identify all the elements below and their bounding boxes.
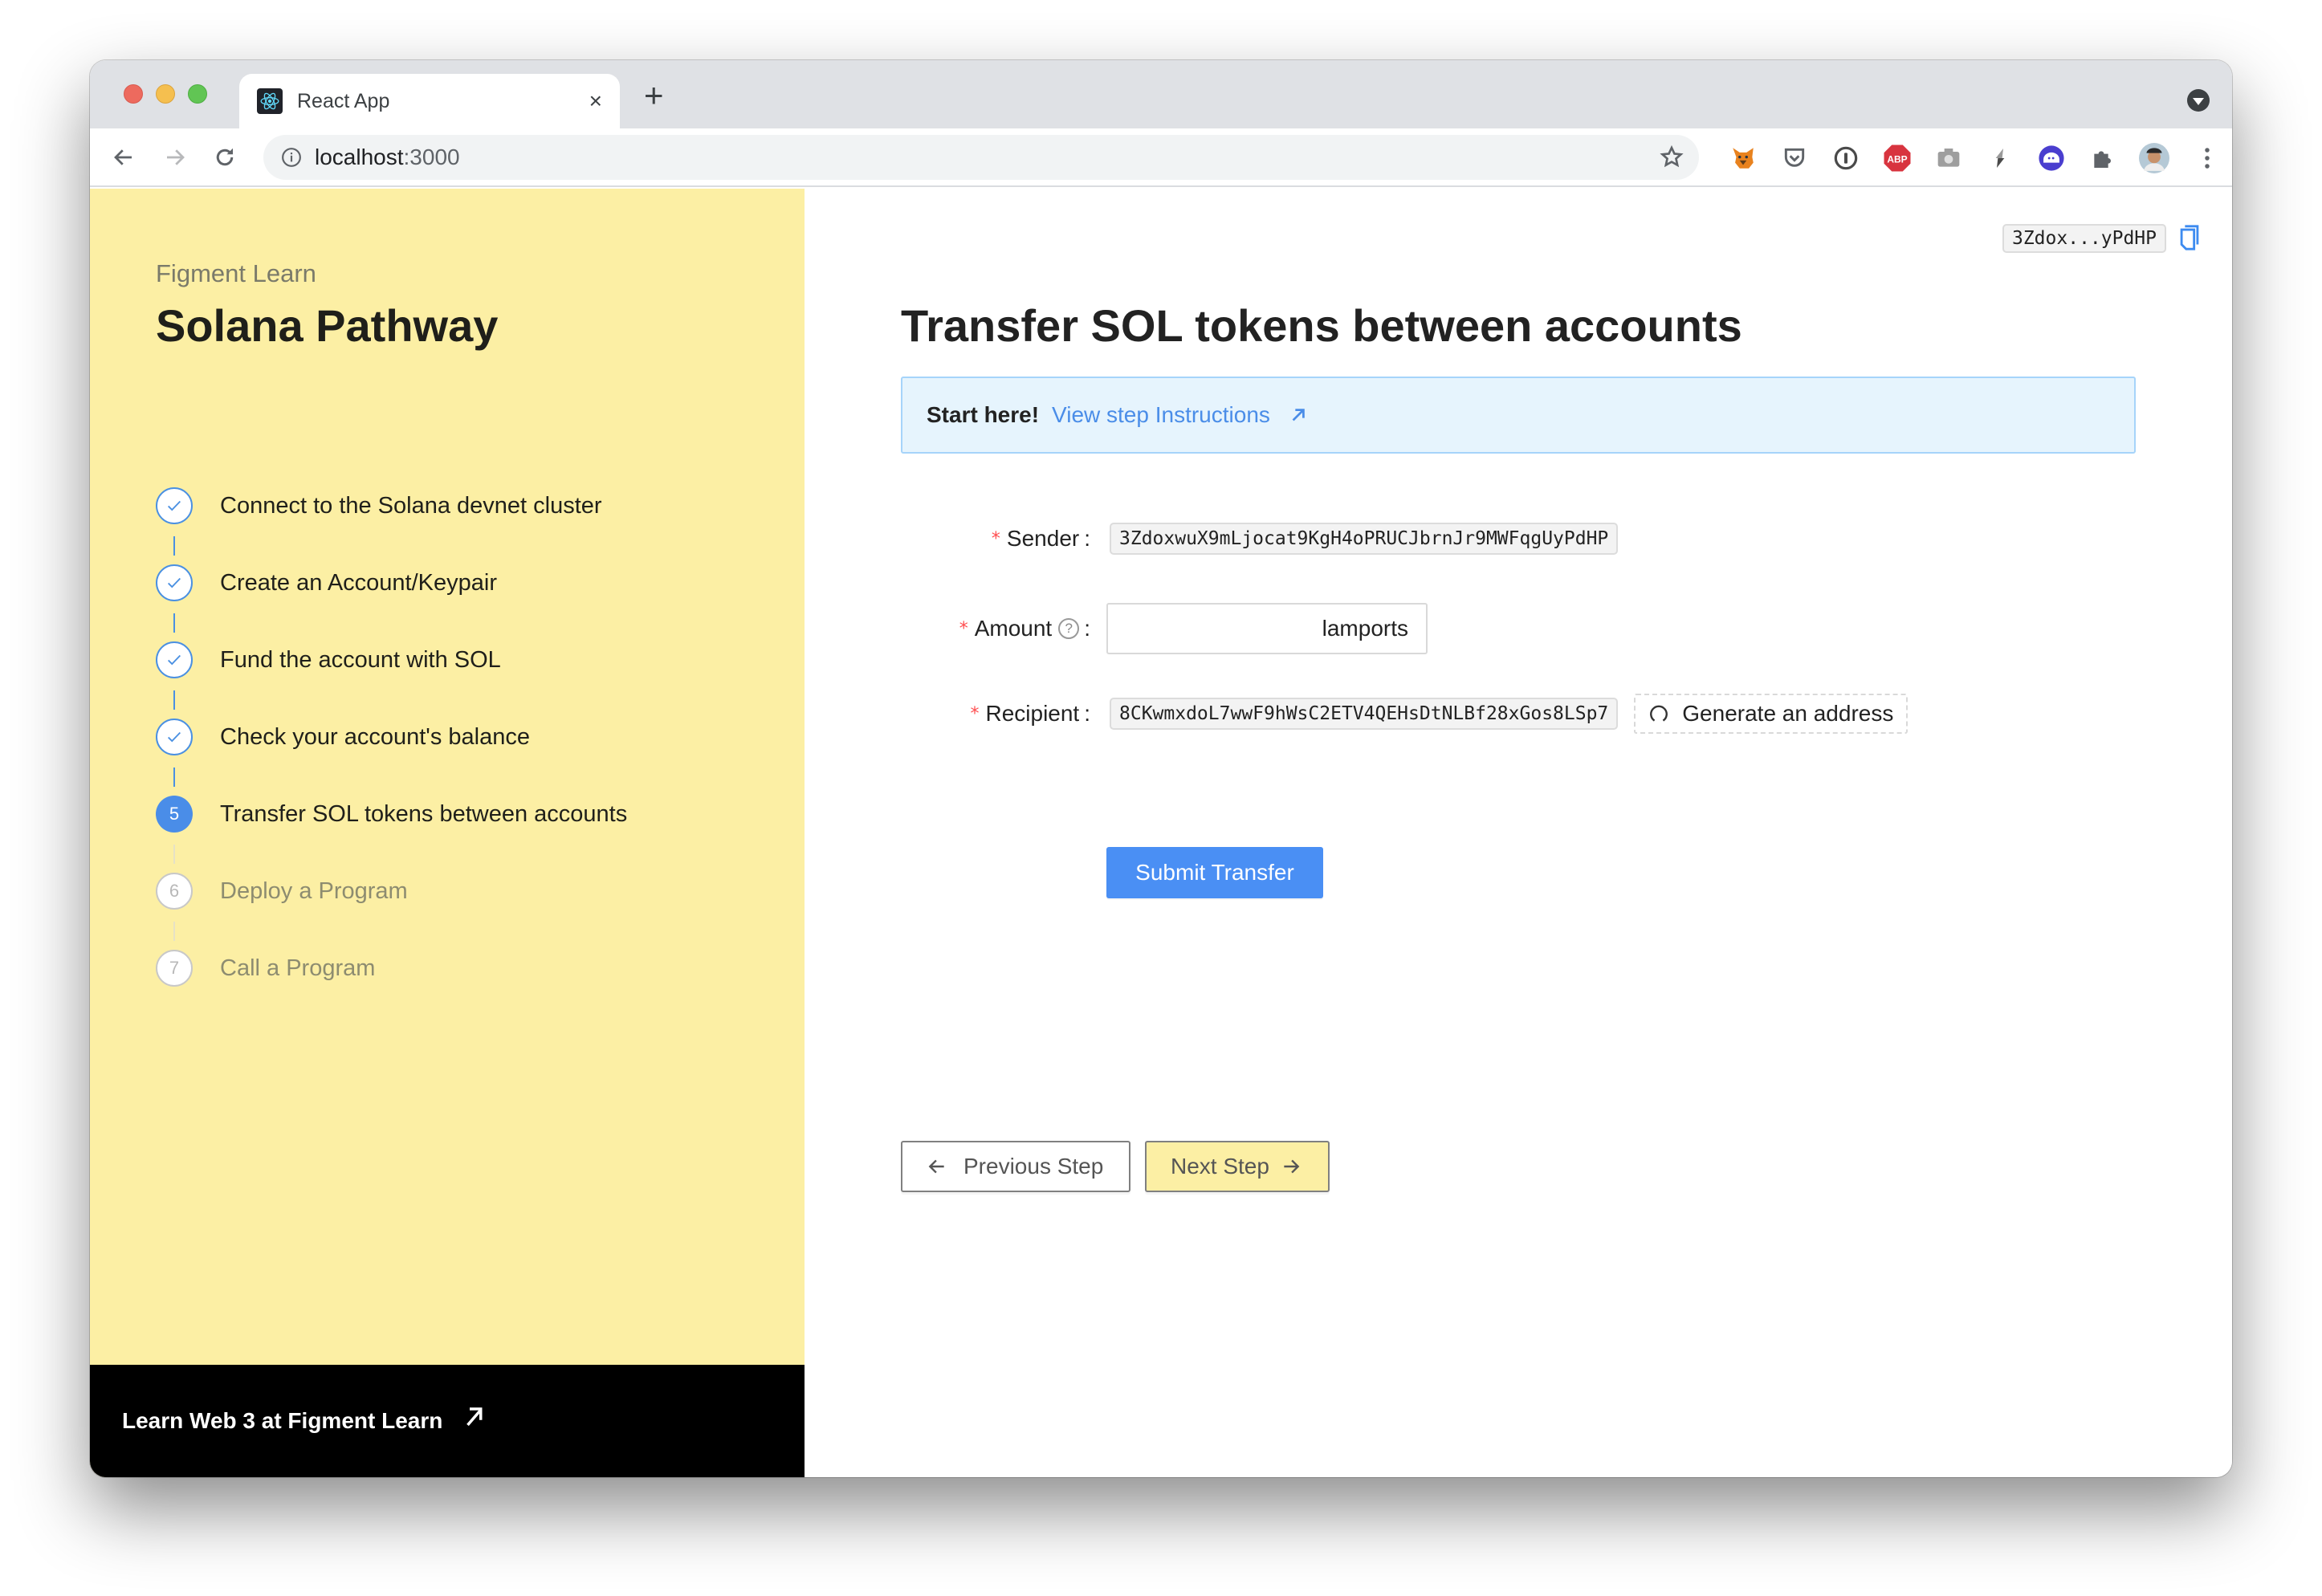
reload-icon	[1650, 705, 1668, 722]
check-circle-icon	[156, 564, 193, 601]
react-logo-icon	[257, 88, 283, 114]
recipient-label: * Recipient:	[970, 701, 1090, 726]
step-number-badge: 7	[156, 950, 193, 987]
step-label: Fund the account with SOL	[220, 647, 501, 673]
sender-row: * Sender: 3ZdoxwuX9mLjocat9KgH4oPRUCJbrn…	[805, 519, 2089, 558]
step-connector	[173, 922, 175, 941]
check-circle-icon	[156, 487, 193, 524]
browser-toolbar: localhost:3000 ABP	[90, 128, 2232, 187]
reload-icon	[216, 148, 234, 166]
phantom-icon[interactable]	[2036, 143, 2067, 173]
sidebar: Figment Learn Solana Pathway Connect to …	[90, 189, 805, 1477]
check-circle-icon	[156, 719, 193, 755]
arrow-left-icon	[114, 149, 132, 165]
step-connector	[173, 613, 175, 633]
amount-row: * Amount ?: lamports	[805, 603, 2089, 654]
url-text: localhost:3000	[315, 145, 460, 169]
tab-strip: React App × +	[90, 60, 2232, 128]
extensions-puzzle-icon[interactable]	[2088, 143, 2118, 173]
generate-address-label: Generate an address	[1682, 701, 1894, 726]
address-bar[interactable]: localhost:3000	[263, 135, 1699, 180]
alert-heading: Start here!	[927, 402, 1040, 427]
step-label: Deploy a Program	[220, 878, 408, 904]
sidebar-step-1[interactable]: Connect to the Solana devnet cluster	[156, 487, 627, 564]
1password-icon[interactable]	[1831, 143, 1861, 173]
pathway-title: Solana Pathway	[156, 300, 499, 351]
previous-step-button[interactable]: Previous Step	[901, 1141, 1130, 1192]
check-circle-icon	[156, 641, 193, 678]
arrow-right-icon	[167, 149, 185, 165]
sidebar-step-5[interactable]: 5 Transfer SOL tokens between accounts	[156, 796, 627, 873]
back-button[interactable]	[109, 143, 138, 172]
browser-window: React App × + localhost:3000 ABP Figment…	[90, 60, 2232, 1477]
recipient-address: 8CKwmxdoL7wwF9hWsC2ETV4QEHsDtNLBf28xGos8…	[1110, 698, 1619, 730]
sender-label: * Sender:	[991, 526, 1090, 551]
adblock-plus-icon[interactable]: ABP	[1882, 143, 1913, 173]
external-link-icon	[1292, 409, 1305, 421]
next-step-button[interactable]: Next Step	[1145, 1141, 1330, 1192]
bookmark-star-icon[interactable]	[1659, 145, 1684, 174]
arrow-left-icon	[928, 1159, 944, 1174]
account-address-chip: 3Zdox...yPdHP	[2002, 224, 2166, 253]
amount-input[interactable]	[1019, 605, 1322, 653]
copy-icon[interactable]	[2179, 224, 2200, 255]
step-connector	[173, 690, 175, 710]
tab-close-icon[interactable]: ×	[589, 88, 602, 114]
previous-step-label: Previous Step	[963, 1154, 1104, 1179]
generate-address-button[interactable]: Generate an address	[1634, 694, 1909, 734]
page-content: Figment Learn Solana Pathway Connect to …	[90, 189, 2232, 1477]
step-label: Transfer SOL tokens between accounts	[220, 801, 628, 827]
sidebar-step-4[interactable]: Check your account's balance	[156, 719, 627, 796]
amount-input-wrapper: lamports	[1019, 603, 1428, 654]
sidebar-step-2[interactable]: Create an Account/Keypair	[156, 564, 627, 641]
maximize-window-button[interactable]	[188, 84, 207, 104]
sidebar-step-3[interactable]: Fund the account with SOL	[156, 641, 627, 719]
metamask-icon[interactable]	[1728, 143, 1758, 173]
figment-learn-link[interactable]: Learn Web 3 at Figment Learn	[90, 1365, 805, 1477]
step-label: Call a Program	[220, 955, 376, 981]
step-label: Connect to the Solana devnet cluster	[220, 493, 602, 519]
step-connector	[173, 767, 175, 787]
info-icon[interactable]	[281, 147, 302, 168]
step-number-badge: 6	[156, 873, 193, 910]
view-instructions-text: View step Instructions	[1052, 402, 1270, 427]
step-connector	[173, 536, 175, 556]
arrow-right-icon	[1284, 1159, 1300, 1174]
more-menu-icon[interactable]	[2192, 143, 2222, 173]
tab-search-icon[interactable]	[2187, 89, 2210, 112]
minimize-window-button[interactable]	[156, 84, 175, 104]
amount-suffix: lamports	[1322, 616, 1408, 641]
close-window-button[interactable]	[124, 84, 143, 104]
instructions-alert: Start here! View step Instructions	[901, 377, 2136, 454]
step-label: Check your account's balance	[220, 724, 530, 750]
submit-transfer-button[interactable]: Submit Transfer	[1106, 847, 1323, 898]
brand-subtitle: Figment Learn	[156, 259, 316, 287]
reload-button[interactable]	[210, 143, 239, 172]
svg-text:ABP: ABP	[1887, 153, 1907, 165]
recipient-row: * Recipient: 8CKwmxdoL7wwF9hWsC2ETV4QEHs…	[805, 693, 2232, 735]
tab-title: React App	[297, 89, 390, 112]
sender-address: 3ZdoxwuX9mLjocat9KgH4oPRUCJbrnJr9MWFqgUy…	[1110, 523, 1619, 555]
view-instructions-link[interactable]: View step Instructions	[1052, 402, 1307, 428]
main-panel: 3Zdox...yPdHP Transfer SOL tokens betwee…	[805, 189, 2232, 1477]
step-number-badge: 5	[156, 796, 193, 833]
sidebar-step-7[interactable]: 7 Call a Program	[156, 950, 627, 1027]
sidebar-step-6[interactable]: 6 Deploy a Program	[156, 873, 627, 950]
pocket-icon[interactable]	[1779, 143, 1810, 173]
page-title: Transfer SOL tokens between accounts	[901, 300, 1742, 351]
slash-extension-icon[interactable]	[1985, 143, 2015, 173]
forward-button[interactable]	[161, 143, 189, 172]
step-connector	[173, 845, 175, 864]
tab-react-app[interactable]: React App ×	[239, 74, 620, 128]
camera-icon[interactable]	[1933, 143, 1964, 173]
profile-avatar[interactable]	[2139, 143, 2169, 173]
next-step-label: Next Step	[1171, 1154, 1269, 1179]
footer-link-text: Learn Web 3 at Figment Learn	[122, 1408, 443, 1433]
steps-list: Connect to the Solana devnet cluster Crea…	[156, 487, 627, 1027]
external-link-icon	[466, 1407, 483, 1427]
new-tab-button[interactable]: +	[644, 79, 664, 112]
step-label: Create an Account/Keypair	[220, 570, 497, 596]
